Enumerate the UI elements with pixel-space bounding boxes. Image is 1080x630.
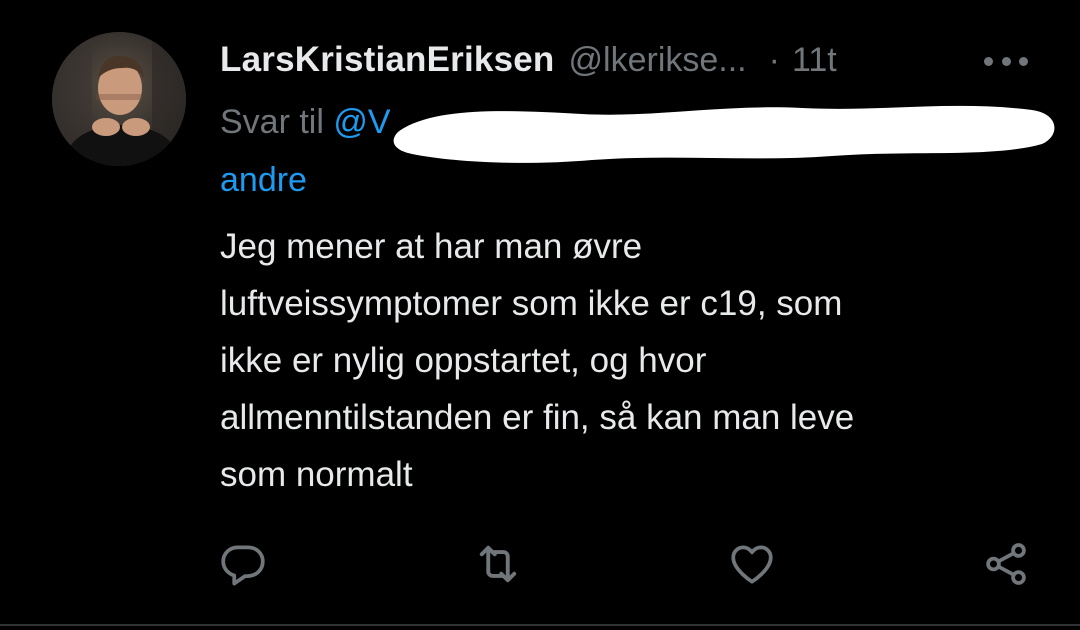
reply-mention-others[interactable]: andre [220,158,307,202]
retweet-icon [479,545,517,583]
reply-mention[interactable]: @V [333,103,390,141]
tweet[interactable]: LarsKristianEriksen @lkerikse... · 11t S… [0,0,1080,630]
like-button[interactable] [724,536,780,592]
tweet-text-line: Jeg mener at har man øvre [220,227,643,266]
tweet-text: Jeg mener at har man øvre luftveissympto… [220,218,1040,503]
avatar[interactable] [52,32,186,166]
tweet-header: LarsKristianEriksen @lkerikse... · 11t [220,38,837,82]
timestamp[interactable]: 11t [792,41,837,80]
tweet-text-line: som normalt [220,455,413,494]
heart-icon [731,545,773,584]
share-icon [986,543,1026,585]
share-button[interactable] [978,536,1034,592]
separator-dot: · [768,40,780,79]
tweet-text-line: luftveissymptomer som ikke er c19, som [220,284,843,323]
reply-prefix: Svar til [220,103,324,141]
retweet-button[interactable] [470,536,526,592]
tweet-text-line: allmenntilstanden er fin, så kan man lev… [220,398,855,437]
tweet-actions [0,536,1080,592]
reply-button[interactable] [215,536,271,592]
reply-bubble-icon [221,545,265,586]
display-name[interactable]: LarsKristianEriksen [220,40,555,80]
redaction-scribble [393,105,1055,163]
bottom-divider [0,624,1080,626]
reply-context: Svar til @V [220,100,391,144]
more-horizontal-icon[interactable] [984,54,1028,68]
tweet-text-line: ikke er nylig oppstartet, og hvor [220,341,707,380]
user-handle[interactable]: @lkerikse... [569,41,747,80]
